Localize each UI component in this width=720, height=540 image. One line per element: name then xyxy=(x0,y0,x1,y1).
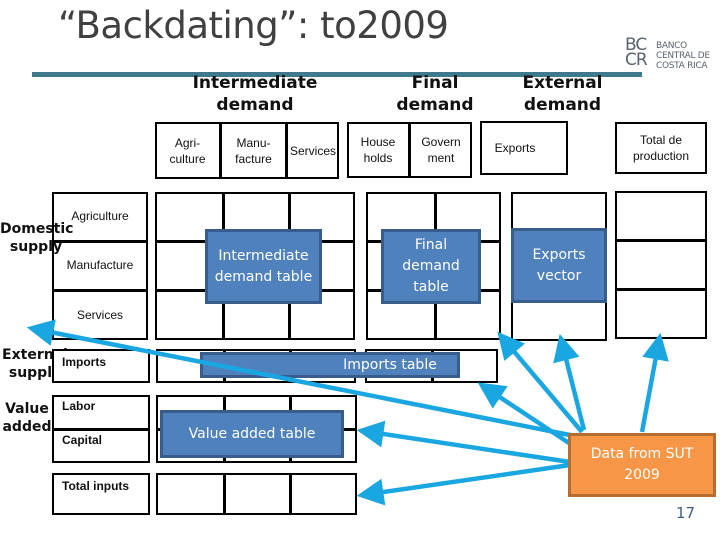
arrow-to-total-inputs xyxy=(356,462,571,506)
source-data-box: Data from SUT 2009 xyxy=(568,433,716,497)
arrow-to-final xyxy=(497,331,584,434)
arrow-to-value-added xyxy=(356,420,571,465)
arrow-to-imports xyxy=(477,382,574,447)
source-line-2: 2009 xyxy=(624,467,660,483)
arrow-to-domestic xyxy=(26,319,581,440)
arrow-to-exports xyxy=(553,333,587,431)
source-line-1: Data from SUT xyxy=(590,446,694,462)
arrow-to-total xyxy=(639,332,669,433)
page-number: 17 xyxy=(676,504,696,522)
